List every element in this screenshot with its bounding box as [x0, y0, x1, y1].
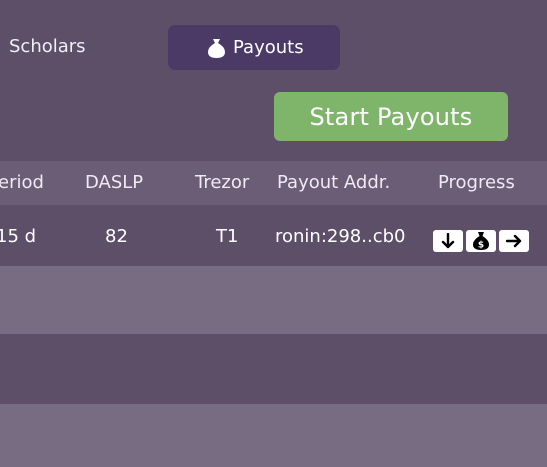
- scholars-label: Scholars: [9, 36, 86, 57]
- progress-steps: $: [433, 230, 529, 252]
- svg-text:$: $: [478, 241, 484, 251]
- header-progress: Progress: [438, 172, 515, 193]
- sidebar-item-scholars[interactable]: Scholars: [9, 36, 86, 57]
- table-row-empty: [0, 334, 547, 404]
- table-header: eriod DASLP Trezor Payout Addr. Progress: [0, 161, 547, 205]
- cell-daslp: 82: [105, 226, 128, 247]
- header-period: eriod: [0, 172, 44, 193]
- header-trezor: Trezor: [195, 172, 250, 193]
- money-bag-icon: $: [473, 232, 489, 251]
- cell-period: 15 d: [0, 226, 37, 247]
- table-row[interactable]: 15 d 82 T1 ronin:298..cb0 $: [0, 205, 547, 275]
- tab-payouts[interactable]: Payouts: [168, 25, 340, 70]
- arrow-right-icon: [506, 234, 522, 248]
- table-row-empty: [0, 266, 547, 334]
- header-payout-addr: Payout Addr.: [277, 172, 391, 193]
- table-row-empty: [0, 404, 547, 467]
- header-daslp: DASLP: [85, 172, 144, 193]
- cell-payout-addr: ronin:298..cb0: [275, 226, 406, 247]
- progress-step-download[interactable]: [433, 230, 463, 252]
- cell-trezor: T1: [216, 226, 239, 247]
- start-payouts-button[interactable]: Start Payouts: [274, 92, 508, 141]
- payouts-label: Payouts: [233, 37, 304, 58]
- money-bag-icon: [208, 39, 225, 58]
- progress-step-next[interactable]: [499, 230, 529, 252]
- arrow-down-icon: [441, 233, 455, 249]
- start-payouts-label: Start Payouts: [309, 102, 473, 131]
- progress-step-payout[interactable]: $: [466, 230, 496, 252]
